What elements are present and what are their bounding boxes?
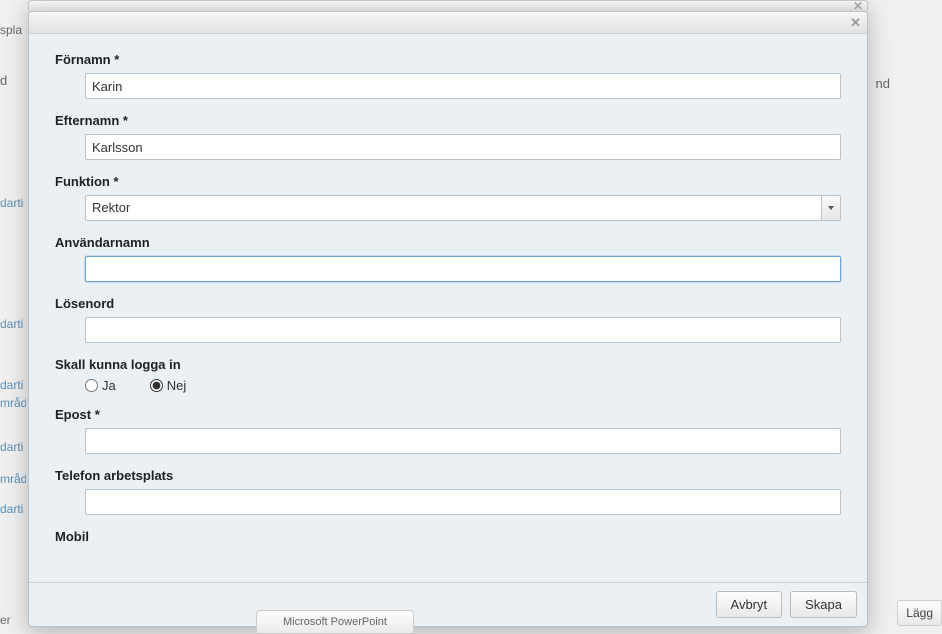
password-input[interactable] <box>85 317 841 343</box>
add-button-bg[interactable]: Lägg <box>897 600 942 626</box>
bg-text: er <box>0 613 11 627</box>
radio-option-yes[interactable]: Ja <box>85 378 116 393</box>
radio-no[interactable] <box>150 379 163 392</box>
form-body: Förnamn * Efternamn * Funktion * Rektor … <box>29 34 867 582</box>
field-firstname: Förnamn * <box>55 52 841 99</box>
create-user-dialog: ✕ Förnamn * Efternamn * Funktion * Rekto… <box>28 11 868 627</box>
radio-option-no[interactable]: Nej <box>150 378 187 393</box>
label-username: Användarnamn <box>55 235 841 250</box>
field-work-phone: Telefon arbetsplats <box>55 468 841 515</box>
username-input[interactable] <box>85 256 841 282</box>
close-icon[interactable]: ✕ <box>850 15 861 31</box>
work-phone-input[interactable] <box>85 489 841 515</box>
cancel-button[interactable]: Avbryt <box>716 591 783 618</box>
label-email: Epost * <box>55 407 841 422</box>
label-login-allowed: Skall kunna logga in <box>55 357 841 372</box>
email-input[interactable] <box>85 428 841 454</box>
chevron-down-icon <box>828 206 834 210</box>
label-function: Funktion * <box>55 174 841 189</box>
field-password: Lösenord <box>55 296 841 343</box>
taskbar-app-powerpoint[interactable]: Microsoft PowerPoint <box>256 610 414 634</box>
bg-text: nd <box>876 76 890 91</box>
label-mobile: Mobil <box>55 529 841 544</box>
field-login-allowed: Skall kunna logga in Ja Nej <box>55 357 841 393</box>
label-lastname: Efternamn * <box>55 113 841 128</box>
bg-link[interactable]: darti <box>0 317 26 331</box>
bg-text: d <box>0 73 7 88</box>
bg-link[interactable]: mråd <box>0 396 26 410</box>
field-username: Användarnamn <box>55 235 841 282</box>
firstname-input[interactable] <box>85 73 841 99</box>
create-button[interactable]: Skapa <box>790 591 857 618</box>
field-email: Epost * <box>55 407 841 454</box>
dialog-titlebar[interactable]: ✕ <box>29 12 867 34</box>
radio-no-label: Nej <box>167 378 187 393</box>
function-select-dropdown-button[interactable] <box>821 195 841 221</box>
radio-yes-label: Ja <box>102 378 116 393</box>
label-firstname: Förnamn * <box>55 52 841 67</box>
lastname-input[interactable] <box>85 134 841 160</box>
label-work-phone: Telefon arbetsplats <box>55 468 841 483</box>
bg-link[interactable]: darti <box>0 196 26 210</box>
field-mobile: Mobil <box>55 529 841 544</box>
radio-yes[interactable] <box>85 379 98 392</box>
bg-text: spla <box>0 23 22 37</box>
dialog-button-bar: Avbryt Skapa <box>29 582 867 626</box>
bg-link[interactable]: darti <box>0 440 26 454</box>
function-select[interactable]: Rektor <box>85 195 841 221</box>
field-function: Funktion * Rektor <box>55 174 841 221</box>
bg-link[interactable]: darti <box>0 502 26 516</box>
field-lastname: Efternamn * <box>55 113 841 160</box>
label-password: Lösenord <box>55 296 841 311</box>
bg-link[interactable]: darti <box>0 378 26 392</box>
bg-link[interactable]: mråd <box>0 472 26 486</box>
